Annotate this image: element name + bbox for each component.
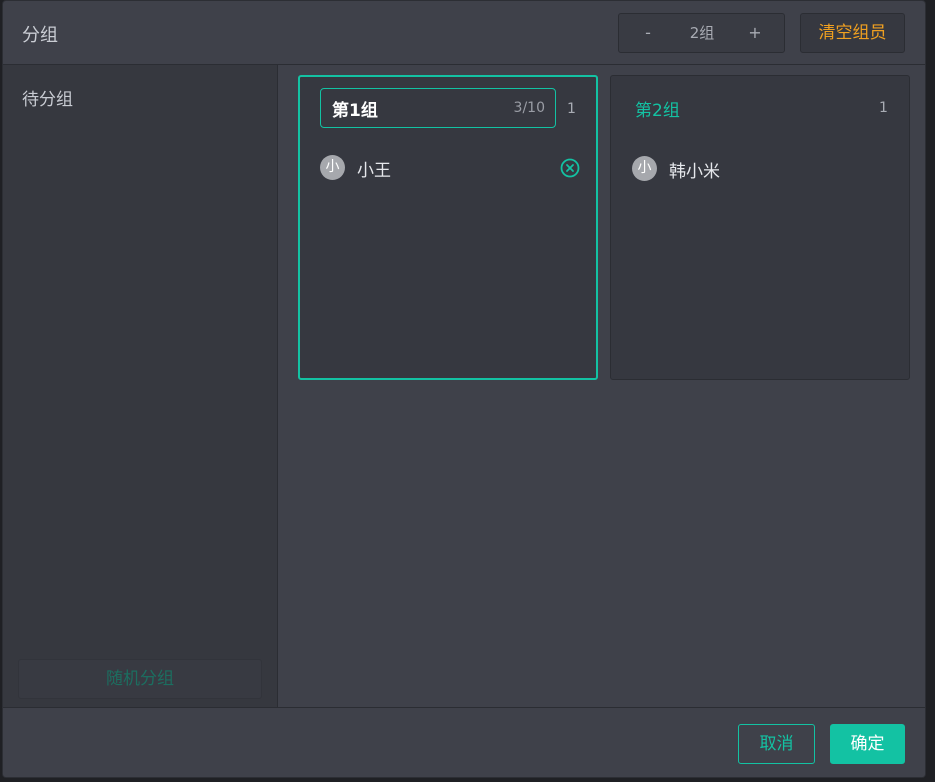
- group-member[interactable]: 小 韩小米: [632, 156, 892, 182]
- random-group-button[interactable]: 随机分组: [18, 659, 262, 699]
- group-count-stepper: - 2组 +: [618, 13, 785, 53]
- group-member[interactable]: 小 小王: [320, 155, 580, 181]
- close-circle-icon[interactable]: [560, 158, 580, 178]
- ungrouped-panel: 待分组 随机分组: [3, 65, 278, 707]
- cancel-button[interactable]: 取消: [738, 724, 815, 764]
- ungrouped-title: 待分组: [22, 90, 73, 110]
- dialog-title: 分组: [22, 25, 58, 46]
- confirm-button[interactable]: 确定: [830, 724, 905, 764]
- group-name-field: 3/10: [320, 88, 556, 128]
- group-dialog: 分组 - 2组 + 清空组员 待分组 随机分组 3/10 1 小 小王: [2, 0, 926, 778]
- group-card-2[interactable]: 第2组 1 小 韩小米: [610, 75, 910, 380]
- group-count-value: 2组: [689, 24, 715, 42]
- dialog-footer: 取消 确定: [3, 707, 925, 777]
- decrease-groups-button[interactable]: -: [623, 14, 673, 52]
- dialog-header: 分组 - 2组 + 清空组员: [3, 1, 925, 65]
- group-card-1[interactable]: 3/10 1 小 小王: [298, 75, 598, 380]
- avatar: 小: [632, 156, 657, 181]
- avatar: 小: [320, 155, 345, 180]
- group-member-count: 1: [879, 100, 888, 116]
- group-member-count: 1: [567, 101, 576, 117]
- member-name: 韩小米: [669, 162, 720, 182]
- increase-groups-button[interactable]: +: [730, 14, 780, 52]
- member-name: 小王: [357, 161, 391, 181]
- groups-area: 3/10 1 小 小王 第2组 1 小 韩小米: [279, 65, 925, 707]
- group-name-char-counter: 3/10: [513, 100, 545, 116]
- group-name-input[interactable]: [321, 89, 501, 127]
- clear-members-button[interactable]: 清空组员: [800, 13, 905, 53]
- group-name: 第2组: [635, 101, 680, 121]
